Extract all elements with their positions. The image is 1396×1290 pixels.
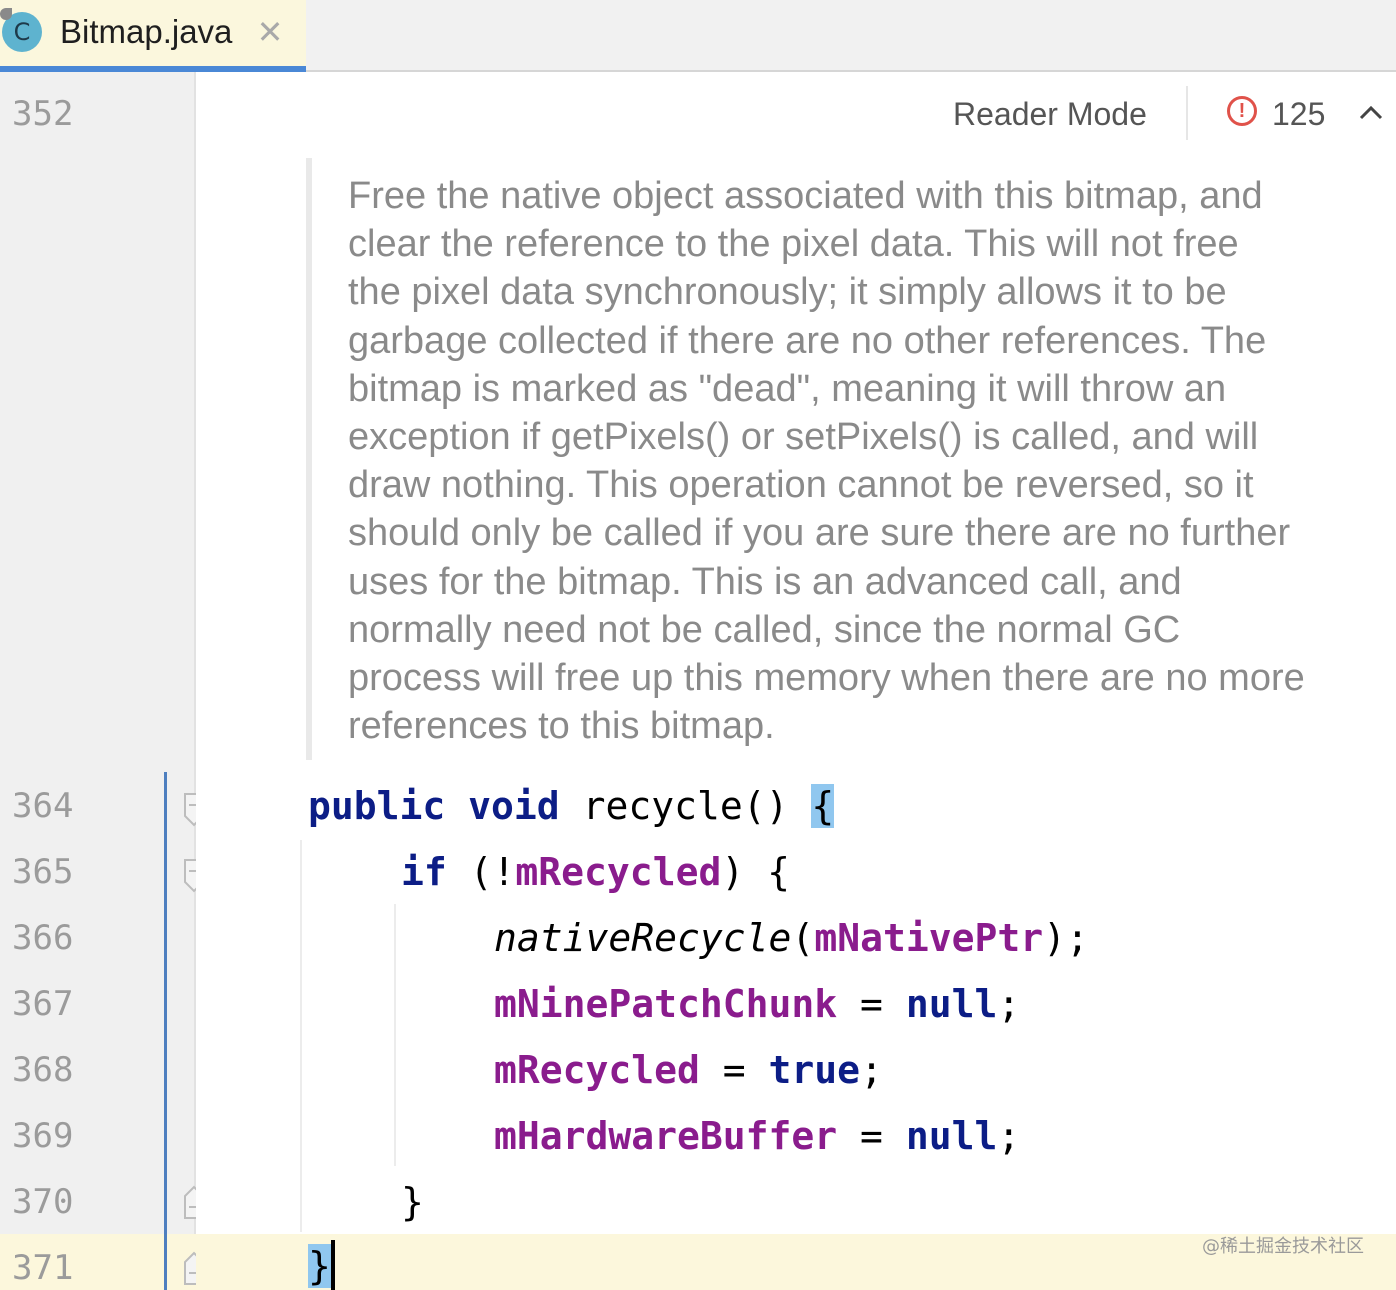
punctuation: ); [1043,916,1089,960]
field: mRecycled [494,1048,700,1092]
doc-line: draw nothing. This operation cannot be r… [348,464,1254,507]
punctuation: ; [860,1048,883,1092]
line-number: 369 [12,1116,74,1156]
doc-comment-bar [306,158,312,760]
tab-bitmap-java[interactable]: C Bitmap.java ✕ [0,0,306,72]
code-line-365[interactable]: if (!mRecycled) { [401,848,790,896]
code-line-367[interactable]: mNinePatchChunk = null; [494,980,1020,1028]
keyword: if [401,850,447,894]
doc-line: the pixel data synchronously; it simply … [348,271,1227,314]
punctuation: ( [791,916,815,960]
reader-mode-toggle[interactable]: Reader Mode [953,92,1147,136]
close-icon[interactable]: ✕ [256,16,284,48]
field: mRecycled [515,850,722,894]
code-line-368[interactable]: mRecycled = true; [494,1046,883,1094]
method-name: recycle() [582,784,789,828]
indent-guide [394,904,396,1166]
class-icon-badge [0,8,12,20]
punctuation: ) { [721,850,790,894]
rendered-doc-comment: Free the native object associated with t… [348,172,1396,750]
keyword: true [768,1048,861,1092]
text-cursor [331,1240,335,1290]
doc-line: exception if getPixels() or setPixels() … [348,415,1259,458]
doc-line: process will free up this memory when th… [348,656,1305,699]
doc-line: Free the native object associated with t… [348,175,1263,217]
punctuation: ; [997,982,1021,1026]
line-number: 352 [12,94,74,134]
doc-line: garbage collected if there are no other … [348,319,1267,362]
line-number: 368 [12,1050,74,1090]
closing-brace: } [401,1180,424,1224]
method-scope-indicator [164,772,167,1290]
doc-line: clear the reference to the pixel data. T… [348,223,1239,266]
matched-brace: { [811,784,835,828]
line-number: 366 [12,918,74,958]
code-line-366[interactable]: nativeRecycle(mNativePtr); [494,914,1089,962]
matched-brace: } [308,1244,331,1288]
keyword: null [905,982,998,1026]
static-method-call: nativeRecycle [494,916,792,960]
punctuation: (! [469,850,516,894]
editor-tab-bar: C Bitmap.java ✕ [0,0,1396,72]
keyword: void [468,784,560,828]
line-number: 367 [12,984,74,1024]
field: mHardwareBuffer [494,1114,838,1158]
field: mNativePtr [814,916,1044,960]
keyword: null [905,1114,998,1158]
punctuation: ; [997,1114,1021,1158]
line-number: 370 [12,1182,74,1222]
operator: = [837,982,906,1026]
line-number: 364 [12,786,74,826]
code-line-371[interactable]: } [308,1242,331,1290]
code-line-369[interactable]: mHardwareBuffer = null; [494,1112,1020,1160]
tab-title: Bitmap.java [60,13,233,50]
doc-line: normally need not be called, since the n… [348,608,1181,651]
chevron-up-icon[interactable] [1358,100,1384,126]
doc-line: should only be called if you are sure th… [348,512,1291,555]
indent-guide [300,840,302,1232]
field: mNinePatchChunk [494,982,838,1026]
doc-line: references to this bitmap. [348,705,775,748]
doc-line: uses for the bitmap. This is an advanced… [348,560,1182,603]
error-icon[interactable]: ! [1227,96,1257,126]
code-line-370[interactable]: } [401,1178,424,1226]
watermark: @稀土掘金技术社区 [1202,1236,1364,1257]
line-number: 371 [12,1248,74,1288]
keyword: public [308,784,446,828]
line-number: 365 [12,852,74,892]
operator: = [699,1048,769,1092]
doc-line: bitmap is marked as "dead", meaning it w… [348,367,1227,410]
operator: = [837,1114,906,1158]
toolbar-separator [1186,86,1188,140]
error-count[interactable]: 125 [1272,92,1325,136]
code-line-364[interactable]: public void recycle() { [308,782,835,830]
